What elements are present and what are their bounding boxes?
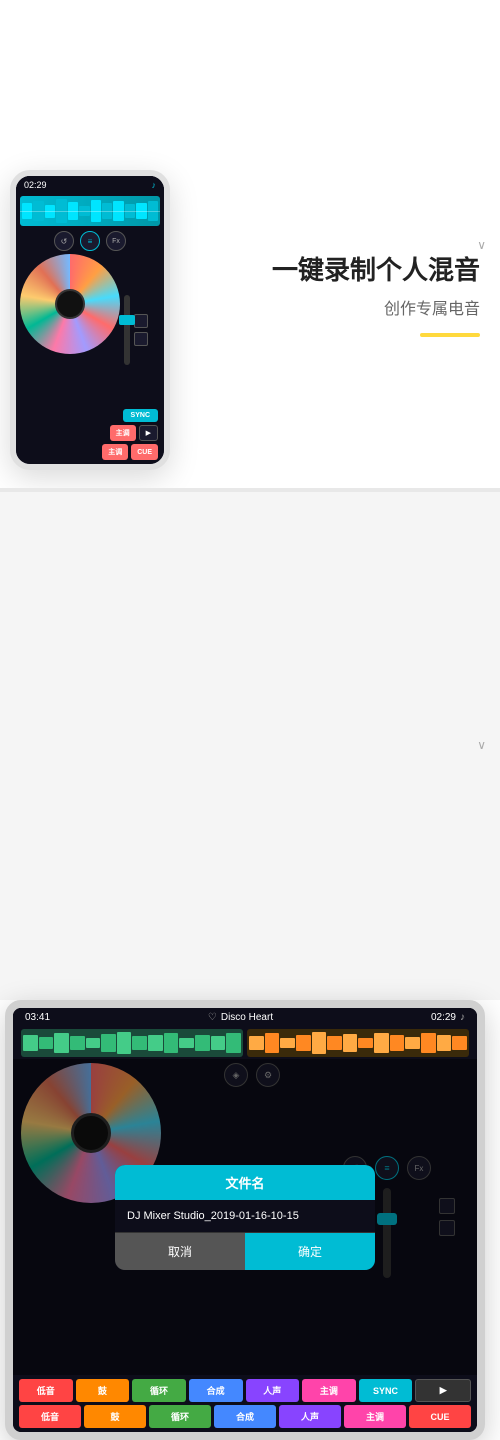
dialog-input[interactable]: DJ Mixer Studio_2019-01-16-10-15 bbox=[115, 1200, 375, 1233]
tablet-cue-button[interactable]: CUE bbox=[409, 1405, 471, 1428]
phone-mockup: 02:29 ♪ bbox=[10, 170, 170, 470]
btn-row-1: SYNC bbox=[22, 409, 158, 422]
fader-track[interactable] bbox=[124, 295, 130, 365]
turntable-center bbox=[55, 289, 85, 319]
phone-header: 02:29 ♪ bbox=[16, 176, 164, 194]
play-button[interactable]: ▶ bbox=[139, 425, 158, 441]
tablet-track-info: ♡ Disco Heart bbox=[208, 1012, 273, 1023]
dialog-buttons: 取消 确定 bbox=[115, 1233, 375, 1270]
fx-ctrl[interactable]: Fx bbox=[106, 231, 126, 251]
tablet-mockup: 03:41 ♡ Disco Heart 02:29 ♪ bbox=[5, 1000, 485, 1440]
heartbeat-icon: ♡ bbox=[208, 1012, 217, 1023]
right-controls bbox=[134, 254, 148, 405]
dialog-cancel-button[interactable]: 取消 bbox=[115, 1233, 245, 1270]
turntable[interactable] bbox=[20, 254, 120, 354]
tablet-music-icon: ♪ bbox=[460, 1012, 465, 1023]
main-title: 一键录制个人混音 bbox=[272, 250, 480, 287]
pad-voice-2[interactable]: 人声 bbox=[279, 1405, 341, 1428]
btn-row-2: 主调 ▶ bbox=[22, 425, 158, 441]
tablet-track-name: Disco Heart bbox=[221, 1012, 273, 1023]
key-button-2[interactable]: 主调 bbox=[102, 444, 128, 460]
phone-bottom-buttons: SYNC 主调 ▶ 主调 CUE bbox=[16, 405, 164, 464]
section-top: 一键录制个人混音 创作专属电音 02:29 ♪ bbox=[0, 0, 500, 490]
pad-synth-2[interactable]: 合成 bbox=[214, 1405, 276, 1428]
tablet-dj-ui: 03:41 ♡ Disco Heart 02:29 ♪ bbox=[13, 1008, 477, 1432]
phone-main-area bbox=[16, 254, 164, 405]
sub-title: 创作专属电音 bbox=[272, 295, 480, 319]
pad-drum-1[interactable]: 鼓 bbox=[76, 1379, 130, 1402]
chevron-down-icon-bottom[interactable]: ∨ bbox=[477, 738, 486, 752]
pad-synth-1[interactable]: 合成 bbox=[189, 1379, 243, 1402]
text-area-top: 一键录制个人混音 创作专属电音 bbox=[272, 250, 480, 337]
phone-header-icons: ♪ bbox=[152, 180, 157, 190]
tablet-time-right: 02:29 bbox=[431, 1012, 456, 1023]
tablet-time-left: 03:41 bbox=[25, 1012, 50, 1023]
pad-bass-1[interactable]: 低音 bbox=[19, 1379, 73, 1402]
waveform-bars bbox=[20, 196, 160, 226]
pad-bass-2[interactable]: 低音 bbox=[19, 1405, 81, 1428]
pad-loop-1[interactable]: 循环 bbox=[132, 1379, 186, 1402]
pad-drum-2[interactable]: 鼓 bbox=[84, 1405, 146, 1428]
pad-key-2[interactable]: 主调 bbox=[344, 1405, 406, 1428]
loop-ctrl[interactable]: ↺ bbox=[54, 231, 74, 251]
tablet-btn-row-1: 低音 鼓 循环 合成 人声 主调 SYNC ▶ bbox=[19, 1379, 471, 1402]
tablet-main: ◈ ⚙ ↺ ≡ Fx bbox=[13, 1059, 477, 1375]
tablet-header: 03:41 ♡ Disco Heart 02:29 ♪ bbox=[13, 1008, 477, 1027]
tablet-waveform-right bbox=[247, 1029, 469, 1057]
tablet-waveforms bbox=[13, 1027, 477, 1059]
tablet-btn-row-2: 低音 鼓 循环 合成 人声 主调 CUE bbox=[19, 1405, 471, 1428]
waveform-bars-right bbox=[247, 1029, 469, 1057]
section-divider bbox=[0, 488, 500, 492]
dialog-title: 文件名 bbox=[115, 1165, 375, 1200]
turntable-container bbox=[20, 254, 120, 354]
sync-button[interactable]: SYNC bbox=[123, 409, 158, 422]
fader-area bbox=[124, 254, 130, 405]
pad-key-1[interactable]: 主调 bbox=[302, 1379, 356, 1402]
phone-waveform bbox=[20, 196, 160, 226]
phone-time: 02:29 bbox=[24, 180, 47, 190]
eq-ctrl[interactable]: ≡ bbox=[80, 231, 100, 251]
dialog-overlay: 文件名 DJ Mixer Studio_2019-01-16-10-15 取消 … bbox=[13, 1059, 477, 1375]
section-bottom: 03:41 ♡ Disco Heart 02:29 ♪ bbox=[0, 490, 500, 1000]
pad-loop-2[interactable]: 循环 bbox=[149, 1405, 211, 1428]
dialog-confirm-button[interactable]: 确定 bbox=[245, 1233, 375, 1270]
yellow-line bbox=[420, 333, 480, 337]
tablet-sync-button[interactable]: SYNC bbox=[359, 1379, 413, 1402]
waveform-bars-left bbox=[21, 1029, 243, 1057]
small-sq-2[interactable] bbox=[134, 332, 148, 346]
fader-thumb[interactable] bbox=[119, 315, 135, 325]
tablet-bottom-buttons: 低音 鼓 循环 合成 人声 主调 SYNC ▶ 低音 鼓 循环 合成 人声 主调 bbox=[13, 1375, 477, 1432]
phone-dj-ui: 02:29 ♪ bbox=[16, 176, 164, 464]
phone-controls-row: ↺ ≡ Fx bbox=[16, 228, 164, 254]
tablet-play-button[interactable]: ▶ bbox=[415, 1379, 471, 1402]
pad-voice-1[interactable]: 人声 bbox=[246, 1379, 300, 1402]
btn-row-3: 主调 CUE bbox=[22, 444, 158, 460]
key-button-1[interactable]: 主调 bbox=[110, 425, 136, 441]
cue-button[interactable]: CUE bbox=[131, 444, 158, 460]
small-sq-1[interactable] bbox=[134, 314, 148, 328]
dialog-box: 文件名 DJ Mixer Studio_2019-01-16-10-15 取消 … bbox=[115, 1165, 375, 1270]
tablet-waveform-left bbox=[21, 1029, 243, 1057]
tablet-header-right: 02:29 ♪ bbox=[431, 1012, 465, 1023]
music-icon: ♪ bbox=[152, 180, 157, 190]
